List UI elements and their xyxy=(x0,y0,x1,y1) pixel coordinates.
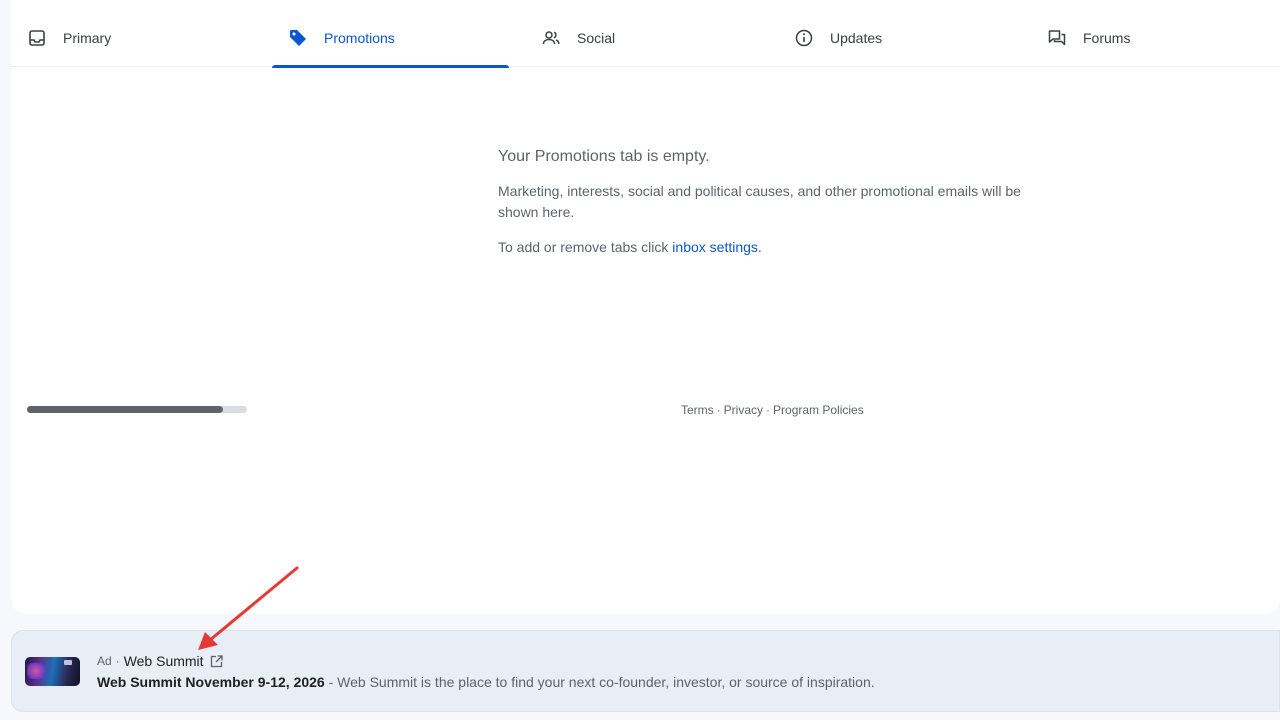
hint-suffix: . xyxy=(757,239,762,255)
inbox-icon xyxy=(27,28,47,48)
empty-state: Your Promotions tab is empty. Marketing,… xyxy=(498,146,1058,258)
footer-links: Terms · Privacy · Program Policies xyxy=(681,403,864,417)
empty-hint: To add or remove tabs click inbox settin… xyxy=(498,237,1058,258)
tab-updates[interactable]: Updates xyxy=(778,0,1015,67)
storage-progress-fill xyxy=(27,406,223,413)
empty-description: Marketing, interests, social and politic… xyxy=(498,183,1021,220)
footer-separator: · xyxy=(766,403,771,417)
tab-label: Social xyxy=(577,30,616,46)
tab-label: Forums xyxy=(1083,30,1131,46)
tab-label: Primary xyxy=(63,30,112,46)
tag-icon xyxy=(288,28,308,48)
forum-icon xyxy=(1047,28,1067,48)
tab-promotions[interactable]: Promotions xyxy=(272,0,509,68)
ad-sender[interactable]: Web Summit xyxy=(124,653,204,669)
ad-dot: · xyxy=(115,654,120,668)
terms-link[interactable]: Terms xyxy=(681,403,714,417)
external-link-icon[interactable] xyxy=(210,654,223,668)
ad-subject: Web Summit November 9-12, 2026 xyxy=(97,674,325,690)
people-icon xyxy=(541,28,561,48)
sponsored-ad-row[interactable]: Ad · Web Summit Web Summit November 9-12… xyxy=(11,630,1280,712)
privacy-link[interactable]: Privacy xyxy=(724,403,763,417)
main-card: Primary Promotions Social Updates Forums xyxy=(11,0,1280,614)
tab-primary[interactable]: Primary xyxy=(11,0,248,67)
tab-label: Promotions xyxy=(324,30,395,46)
category-tabs: Primary Promotions Social Updates Forums xyxy=(11,0,1280,68)
tab-forums[interactable]: Forums xyxy=(1031,0,1268,67)
ad-header: Ad · Web Summit xyxy=(97,653,223,669)
empty-title: Your Promotions tab is empty. xyxy=(498,148,710,165)
tab-label: Updates xyxy=(830,30,883,46)
inbox-settings-link[interactable]: inbox settings xyxy=(672,239,758,255)
storage-progress-bar[interactable] xyxy=(27,406,247,413)
ad-thumbnail[interactable] xyxy=(25,657,80,686)
ad-badge: Ad xyxy=(97,654,112,668)
tab-social[interactable]: Social xyxy=(525,0,762,67)
footer-separator: · xyxy=(716,403,721,417)
ad-content: Web Summit November 9-12, 2026 - Web Sum… xyxy=(97,674,875,690)
program-policies-link[interactable]: Program Policies xyxy=(773,403,864,417)
ad-separator: - xyxy=(324,674,338,690)
info-icon xyxy=(794,28,814,48)
hint-prefix: To add or remove tabs click xyxy=(498,239,673,255)
ad-snippet: Web Summit is the place to find your nex… xyxy=(337,674,875,690)
